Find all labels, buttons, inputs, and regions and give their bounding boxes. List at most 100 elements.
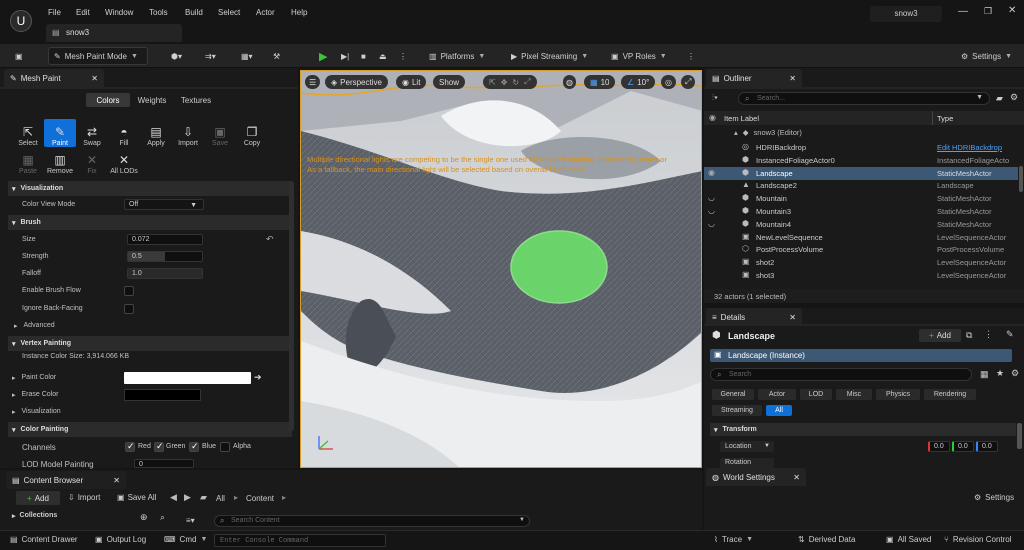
outliner-row[interactable]: ▣ shot3 LevelSequenceActor xyxy=(704,269,1018,282)
folder-add-icon[interactable]: ▰ xyxy=(996,93,1003,104)
channel-blue-checkbox[interactable] xyxy=(189,441,199,452)
search-icon[interactable]: ⌕ xyxy=(160,512,165,523)
tool-import[interactable]: ⇩ Import xyxy=(172,119,204,147)
build-icon[interactable]: ⚒ xyxy=(268,47,285,65)
tool-select[interactable]: ⇱ Select xyxy=(12,119,44,147)
close-icon[interactable]: ✕ xyxy=(789,74,796,83)
outliner-row[interactable]: ▣ shot2 LevelSequenceActor xyxy=(704,256,1018,269)
back-facing-checkbox[interactable] xyxy=(124,304,134,314)
cinematics-icon[interactable]: ▦▾ xyxy=(236,47,258,65)
trace-button[interactable]: ⌇ Trace ▼ xyxy=(714,535,753,544)
location-z-input[interactable]: 0.0 xyxy=(976,441,998,452)
col-type[interactable]: Type xyxy=(937,114,953,123)
rotate-tool-icon[interactable]: ↻ xyxy=(512,78,519,87)
table-view-icon[interactable]: ▦ xyxy=(980,369,989,380)
menu-file[interactable]: File xyxy=(48,8,61,17)
size-input[interactable]: 0.072 xyxy=(127,234,203,245)
filter-rendering[interactable]: Rendering xyxy=(924,389,976,400)
add-actor-icon[interactable]: ⬢▾ xyxy=(166,47,187,65)
edit-icon[interactable]: ✎ xyxy=(1006,329,1014,340)
tool-remove[interactable]: ▥ Remove xyxy=(44,147,76,175)
outliner-row[interactable]: ◡ ⬢ Mountain StaticMeshActor xyxy=(704,192,1018,205)
outliner-search-input[interactable]: ⌕ Search... ▼ xyxy=(738,92,990,105)
content-add-button[interactable]: + Add xyxy=(16,491,60,505)
filter-icon[interactable]: ⫶▾ xyxy=(712,93,718,103)
outliner-row[interactable]: ▣ NewLevelSequence LevelSequenceActor xyxy=(704,231,1018,244)
show-button[interactable]: Show xyxy=(433,75,466,89)
menu-edit[interactable]: Edit xyxy=(76,8,90,17)
tool-save[interactable]: ▣ Save xyxy=(204,119,236,147)
outliner-row[interactable]: ▲ Landscape2 Landscape xyxy=(704,179,1018,192)
segment-colors[interactable]: Colors xyxy=(86,93,130,107)
location-dropdown[interactable]: Location ▼ xyxy=(720,441,774,452)
collections-expander[interactable]: ▸ Collections xyxy=(12,512,57,520)
filter-misc[interactable]: Misc xyxy=(836,389,872,400)
all-saved-button[interactable]: ▣ All Saved xyxy=(886,535,931,544)
viewport-menu-button[interactable]: ☰ xyxy=(305,75,321,89)
close-icon[interactable]: ✕ xyxy=(793,473,800,482)
content-drawer-button[interactable]: ▤ Content Drawer xyxy=(10,535,78,544)
details-scrollbar[interactable] xyxy=(1017,423,1022,449)
tool-fix[interactable]: ✕ Fix xyxy=(76,147,108,175)
filter-icon[interactable]: ≡▾ xyxy=(186,516,195,525)
outliner-row-type[interactable]: Edit HDRIBackdrop xyxy=(937,143,1002,152)
world-space-button[interactable]: ◍ xyxy=(563,75,576,89)
filter-all[interactable]: All xyxy=(766,405,792,416)
select-tool-icon[interactable]: ⇱ xyxy=(489,78,496,87)
angle-snap-button[interactable]: ∠ 10° xyxy=(621,75,656,89)
section-brush[interactable]: ▾ Brush xyxy=(8,215,292,230)
star-icon[interactable]: ★ xyxy=(996,368,1004,379)
eject-icon[interactable]: ⏏ xyxy=(374,47,392,65)
vp-roles-button[interactable]: ▣ VP Roles ▼ xyxy=(606,47,672,65)
platforms-button[interactable]: ▥ Platforms ▼ xyxy=(424,47,490,65)
outliner-root[interactable]: ▴ ◆ snow3 (Editor) xyxy=(734,128,802,137)
outliner-scrollbar[interactable] xyxy=(1019,166,1023,192)
minimize-icon[interactable]: — xyxy=(958,6,968,17)
outliner-row[interactable]: ⬡ PostProcessVolume PostProcessVolume xyxy=(704,243,1018,256)
channel-red-checkbox[interactable] xyxy=(125,441,135,452)
cmd-button[interactable]: ⌨ Cmd ▼ xyxy=(164,535,207,544)
advanced-expander[interactable]: ▸ Advanced xyxy=(14,322,55,330)
channel-green-checkbox[interactable] xyxy=(154,441,164,452)
perspective-button[interactable]: ◈ Perspective xyxy=(325,75,388,89)
tool-copy[interactable]: ❐ Copy xyxy=(236,119,268,147)
tool-paste[interactable]: ▦ Paste xyxy=(12,147,44,175)
import-button[interactable]: ⇩ Import xyxy=(68,493,100,502)
lit-button[interactable]: ◉ Lit xyxy=(396,75,427,89)
outliner-row[interactable]: ◡ ⬢ Mountain4 StaticMeshActor xyxy=(704,218,1018,231)
filter-streaming[interactable]: Streaming xyxy=(712,405,762,416)
save-all-button[interactable]: ▣ Save All xyxy=(117,493,156,502)
forward-icon[interactable]: ▶ xyxy=(184,492,191,503)
scale-tool-icon[interactable]: ⤢ xyxy=(524,77,530,87)
menu-help[interactable]: Help xyxy=(291,8,307,17)
tool-all-lods[interactable]: ✕ All LODs xyxy=(108,147,140,175)
segment-weights[interactable]: Weights xyxy=(132,93,172,107)
more-icon[interactable]: ⋮ xyxy=(984,329,993,340)
world-settings-tab[interactable]: ◍ World Settings ✕ xyxy=(706,468,806,486)
strength-slider[interactable]: 0.5 xyxy=(127,251,203,262)
section-vertex-painting[interactable]: ▾ Vertex Painting xyxy=(8,336,292,351)
gear-icon[interactable]: ⚙ xyxy=(1010,92,1018,103)
tool-paint[interactable]: ✎ Paint xyxy=(44,119,76,147)
close-icon[interactable]: ✕ xyxy=(91,74,98,83)
instance-row[interactable]: ▣ Landscape (Instance) xyxy=(710,349,1012,362)
level-tab[interactable]: ▤ snow3 xyxy=(46,24,182,42)
falloff-slider[interactable]: 1.0 xyxy=(127,268,203,279)
maximize-icon[interactable]: ❐ xyxy=(984,6,992,17)
close-icon[interactable]: ✕ xyxy=(1008,5,1016,16)
section-transform[interactable]: ▾ Transform xyxy=(710,423,1016,436)
level-viewport[interactable]: ☰ ◈ Perspective ◉ Lit Show ⇱ ✥ ↻ ⤢ ◍ ▦ 1… xyxy=(300,70,702,468)
blueprints-icon[interactable]: ⇉▾ xyxy=(200,47,221,65)
outliner-row[interactable]: ⬢ InstancedFoliageActor0 InstancedFoliageA… xyxy=(704,154,1018,167)
path-all[interactable]: All xyxy=(216,494,225,503)
mesh-paint-tab[interactable]: ✎ Mesh Paint ✕ xyxy=(4,69,104,87)
outliner-tab[interactable]: ▤ Outliner ✕ xyxy=(706,69,802,87)
section-visualization[interactable]: ▾ Visualization xyxy=(8,181,292,196)
outliner-row[interactable]: ◡ ⬢ Mountain3 StaticMeshActor xyxy=(704,205,1018,218)
menu-window[interactable]: Window xyxy=(105,8,133,17)
revision-control-button[interactable]: ⑂ Revision Control xyxy=(944,535,1012,544)
transform-tools[interactable]: ⇱ ✥ ↻ ⤢ xyxy=(483,75,537,89)
color-view-mode-select[interactable]: Off ▼ xyxy=(124,199,204,210)
more-icon[interactable]: ⋮ xyxy=(682,47,700,65)
path-content[interactable]: Content xyxy=(246,494,274,503)
